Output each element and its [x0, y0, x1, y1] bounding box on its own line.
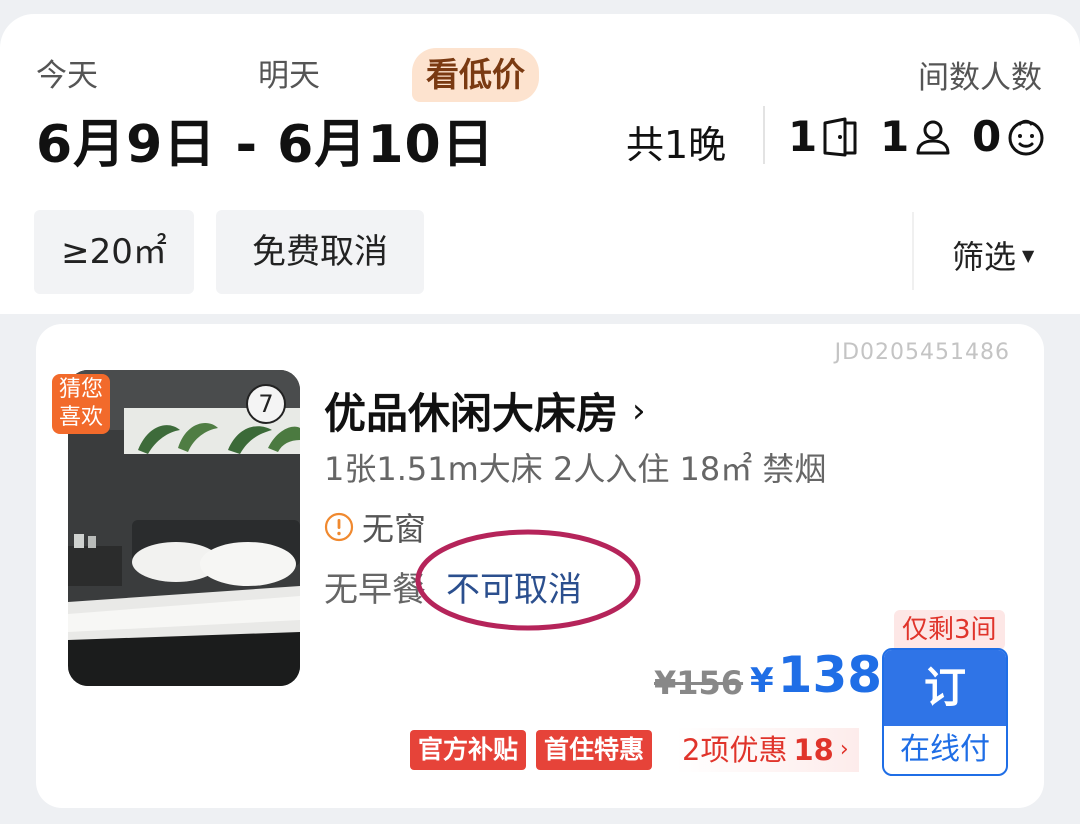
filter-button[interactable]: 筛选 ▼ [952, 232, 1034, 278]
child-face-icon [1008, 119, 1044, 155]
window-warning: 无窗 [324, 504, 426, 550]
filter-label: 筛选 [952, 238, 1017, 276]
children-selector[interactable]: 0 [972, 112, 1047, 161]
door-icon [823, 117, 857, 156]
chevron-right-icon: › [839, 737, 849, 762]
search-header: 今天 明天 看低价 间数人数 6月9日 - 6月10日 共1晚 1 1 0 ≥2… [0, 14, 1080, 314]
price-value: 138 [777, 646, 883, 704]
book-button[interactable]: 订 在线付 [882, 648, 1008, 776]
filter-chip-free-cancel[interactable]: 免费取消 [216, 210, 424, 294]
annotation-circle [415, 529, 641, 631]
checkout-label: 明天 [258, 58, 320, 94]
date-range[interactable]: 6月9日 - 6月10日 [36, 102, 495, 177]
caret-down-icon: ▼ [1022, 245, 1035, 265]
nights-count: 共1晚 [626, 123, 727, 167]
promo-link[interactable]: 2项优惠 18 › [676, 728, 859, 772]
photo-count: 7 [246, 384, 286, 424]
breakfast-info: 无早餐 [324, 570, 426, 610]
recommend-badge: 猜您 喜欢 [52, 374, 110, 434]
tag-official-subsidy: 官方补贴 [410, 730, 527, 770]
tag-first-stay: 首住特惠 [536, 730, 653, 770]
room-id: JD0205451486 [834, 340, 1010, 365]
badge-line: 喜欢 [58, 405, 103, 430]
book-label: 订 [884, 650, 1006, 726]
divider [912, 212, 914, 290]
children-count: 0 [972, 112, 1002, 161]
person-icon [916, 120, 950, 154]
divider [763, 106, 765, 164]
filter-chip-area[interactable]: ≥20㎡ [34, 210, 194, 294]
low-price-tag[interactable]: 看低价 [412, 48, 539, 102]
badge-line: 猜您 [58, 377, 103, 402]
warning-icon [324, 512, 354, 542]
promo-amount: 18 [793, 733, 834, 767]
room-name: 优品休闲大床房 [324, 389, 619, 438]
room-name-link[interactable]: 优品休闲大床房 › [324, 380, 646, 441]
room-card[interactable]: JD0205451486 7 猜您 喜欢 优品休闲大床房 › 1张1.51m大床… [36, 324, 1044, 808]
rooms-selector[interactable]: 1 [788, 112, 861, 161]
currency-symbol: ¥ [750, 661, 774, 701]
room-spec: 1张1.51m大床 2人入住 18㎡ 禁烟 [324, 450, 827, 488]
original-price: ¥156 [654, 664, 744, 702]
adults-count: 1 [880, 112, 910, 161]
payment-type: 在线付 [900, 732, 990, 767]
adults-selector[interactable]: 1 [880, 112, 953, 161]
rooms-count: 1 [788, 112, 818, 161]
rooms-remaining: 仅剩3间 [894, 610, 1005, 650]
promo-label: 2项优惠 [682, 733, 788, 767]
chevron-right-icon: › [632, 390, 646, 431]
checkin-label: 今天 [36, 58, 98, 94]
occupancy-label: 间数人数 [918, 60, 1042, 96]
current-price: ¥ 138 [750, 646, 882, 704]
